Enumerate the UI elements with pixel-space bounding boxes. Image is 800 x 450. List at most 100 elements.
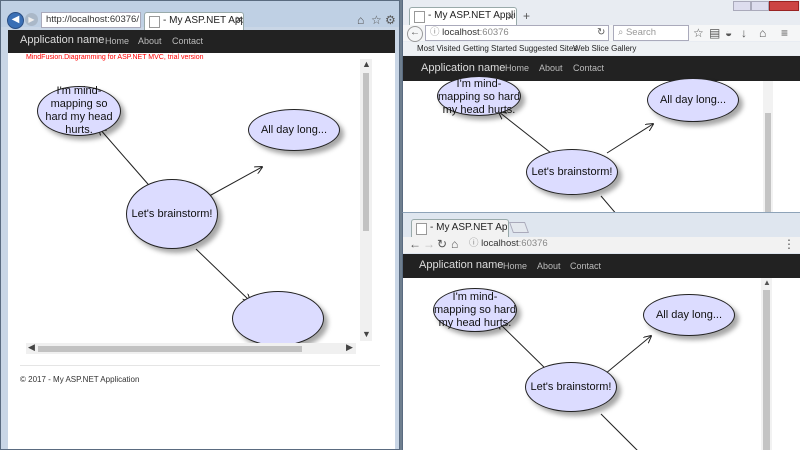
- info-icon: ⓘ: [469, 238, 482, 249]
- bookmark-web-slice-gallery[interactable]: Web Slice Gallery: [573, 42, 636, 55]
- back-arrow-icon[interactable]: ←: [409, 238, 421, 250]
- node-center-label: Let's brainstorm!: [131, 207, 213, 220]
- ff-search-box[interactable]: ⌕ Search: [613, 25, 689, 41]
- star-icon[interactable]: ☆: [371, 14, 382, 26]
- node-mind-mapping[interactable]: I'm mind-mapping so hard my head hurts.: [437, 76, 521, 116]
- forward-arrow-icon[interactable]: →: [423, 238, 435, 250]
- ie-diagram-canvas[interactable]: I'm mind-mapping so hard my head hurts. …: [22, 64, 366, 348]
- ie-horizontal-scrollbar[interactable]: ◀ ▶: [26, 342, 356, 354]
- page-favicon-icon: [416, 223, 427, 235]
- link-center-to-empty: [195, 248, 250, 301]
- scroll-up-icon[interactable]: ▲: [763, 278, 771, 287]
- ff-url-port: :60376: [479, 27, 509, 38]
- node-mind-mapping[interactable]: I'm mind-mapping so hard my head hurts.: [433, 288, 517, 332]
- node-all-day-long[interactable]: All day long...: [643, 294, 735, 336]
- ie-tab-title: - My ASP.NET Application: [163, 15, 243, 26]
- ff-address-bar[interactable]: ⓘ localhost:60376: [425, 25, 609, 41]
- ie-forward-button[interactable]: ▶: [25, 13, 38, 26]
- trial-notice: MindFusion.Diagramming for ASP.NET MVC, …: [26, 54, 204, 61]
- reload-icon[interactable]: ↻: [597, 27, 605, 39]
- ie-window: ◀ ▶ http://localhost:60376/ - My ASP.NET…: [0, 0, 400, 450]
- home-icon[interactable]: ⌂: [451, 238, 458, 250]
- home-icon[interactable]: ⌂: [357, 14, 364, 26]
- hamburger-menu-icon[interactable]: ⋮: [783, 238, 795, 250]
- star-icon[interactable]: ☆: [693, 27, 704, 39]
- ie-brand-link[interactable]: Application name: [20, 34, 104, 46]
- firefox-window: - My ASP.NET Application ✕ + ← ⓘ localho…: [402, 0, 800, 212]
- bookmark-most-visited[interactable]: Most Visited: [417, 42, 460, 55]
- minimize-icon[interactable]: [733, 1, 751, 11]
- bookmark-getting-started[interactable]: Getting Started: [463, 42, 517, 55]
- scroll-right-icon[interactable]: ▶: [346, 342, 353, 353]
- ff-bookmarks-bar: Most Visited Getting Started Suggested S…: [403, 42, 800, 55]
- back-arrow-icon[interactable]: ←: [407, 26, 423, 42]
- ff-url-host: localhost: [442, 27, 480, 38]
- download-icon[interactable]: ↓: [741, 27, 747, 39]
- ie-nav-home[interactable]: Home: [105, 36, 129, 46]
- node-center-label: Let's brainstorm!: [530, 380, 612, 393]
- ff-tab-title: - My ASP.NET Application: [428, 10, 516, 21]
- scroll-down-icon[interactable]: ▼: [362, 329, 371, 339]
- scroll-up-icon[interactable]: ▲: [362, 59, 371, 69]
- gear-icon[interactable]: ⚙: [385, 14, 396, 26]
- ie-footer-divider: [20, 365, 380, 366]
- info-icon: ⓘ: [430, 27, 443, 38]
- home-icon[interactable]: ⌂: [759, 27, 766, 39]
- ff-vscroll-thumb[interactable]: [765, 113, 771, 212]
- chrome-tab[interactable]: - My ASP.NET Applicatio: [411, 219, 509, 237]
- node-mind-label: I'm mind-mapping so hard my head hurts.: [45, 85, 113, 136]
- node-lets-brainstorm[interactable]: Let's brainstorm!: [525, 362, 617, 412]
- page-favicon-icon: [149, 16, 160, 28]
- ie-nav-contact[interactable]: Contact: [172, 36, 203, 46]
- close-icon[interactable]: ✕: [507, 11, 515, 23]
- node-day-label: All day long...: [655, 308, 723, 321]
- node-day-label: All day long...: [260, 123, 328, 136]
- chrome-page: Application name Home About Contact I'm …: [403, 254, 800, 450]
- ie-back-button[interactable]: ◀: [7, 12, 24, 29]
- reload-icon[interactable]: ↻: [437, 238, 447, 250]
- chrome-window: - My ASP.NET Applicatio ← → ↻ ⌂ ⓘ localh…: [402, 212, 800, 450]
- chrome-vertical-scrollbar[interactable]: ▲: [761, 278, 772, 450]
- chrome-url-host: localhost: [481, 238, 519, 249]
- ie-vertical-scrollbar[interactable]: ▲ ▼: [360, 59, 372, 341]
- pocket-icon[interactable]: ◒: [725, 27, 732, 39]
- ie-tab[interactable]: - My ASP.NET Application: [144, 12, 244, 30]
- node-day-label: All day long...: [659, 93, 727, 106]
- maximize-icon[interactable]: [751, 1, 769, 11]
- chrome-vscroll-thumb[interactable]: [763, 290, 770, 450]
- chrome-new-tab-button[interactable]: [508, 222, 530, 233]
- node-empty[interactable]: [232, 291, 324, 346]
- ie-hscroll-thumb[interactable]: [38, 346, 302, 352]
- chrome-tab-title: - My ASP.NET Applicatio: [430, 222, 508, 233]
- ie-nav-about[interactable]: About: [138, 36, 162, 46]
- ie-footer: © 2017 - My ASP.NET Application: [20, 375, 140, 384]
- ff-page: Application name Home About Contact I'm …: [403, 56, 800, 212]
- node-mind-label: I'm mind-mapping so hard my head hurts.: [434, 290, 516, 329]
- hamburger-menu-icon[interactable]: ≡: [781, 27, 788, 39]
- ff-search-placeholder: Search: [625, 27, 657, 38]
- reading-list-icon[interactable]: ▤: [709, 27, 720, 39]
- scroll-left-icon[interactable]: ◀: [28, 342, 35, 353]
- node-lets-brainstorm[interactable]: Let's brainstorm!: [126, 179, 218, 249]
- node-all-day-long[interactable]: All day long...: [248, 109, 340, 151]
- bookmark-suggested-sites[interactable]: Suggested Sites: [519, 42, 577, 55]
- chrome-url-port: :60376: [518, 238, 548, 249]
- ff-window-controls: [733, 1, 799, 11]
- chrome-address-bar[interactable]: ⓘ localhost:60376: [465, 237, 765, 253]
- ie-address-bar[interactable]: http://localhost:60376/: [41, 12, 141, 28]
- ie-vscroll-thumb[interactable]: [363, 73, 369, 231]
- window-close-icon[interactable]: [769, 1, 799, 11]
- ie-url-text: http://localhost:60376/: [46, 14, 139, 25]
- new-tab-icon[interactable]: +: [523, 10, 530, 22]
- node-lets-brainstorm[interactable]: Let's brainstorm!: [526, 149, 618, 195]
- node-all-day-long[interactable]: All day long...: [647, 78, 739, 122]
- node-center-label: Let's brainstorm!: [531, 165, 613, 178]
- node-mind-mapping[interactable]: I'm mind-mapping so hard my head hurts.: [37, 85, 121, 136]
- close-icon[interactable]: ✕: [235, 15, 243, 27]
- ie-navbar: Application name Home About Contact: [8, 30, 395, 53]
- page-favicon-icon: [414, 11, 425, 23]
- ff-vertical-scrollbar[interactable]: [763, 81, 773, 212]
- node-mind-label: I'm mind-mapping so hard my head hurts.: [438, 77, 520, 116]
- ie-page: Application name Home About Contact Mind…: [8, 30, 395, 449]
- ff-tab[interactable]: - My ASP.NET Application: [409, 7, 517, 25]
